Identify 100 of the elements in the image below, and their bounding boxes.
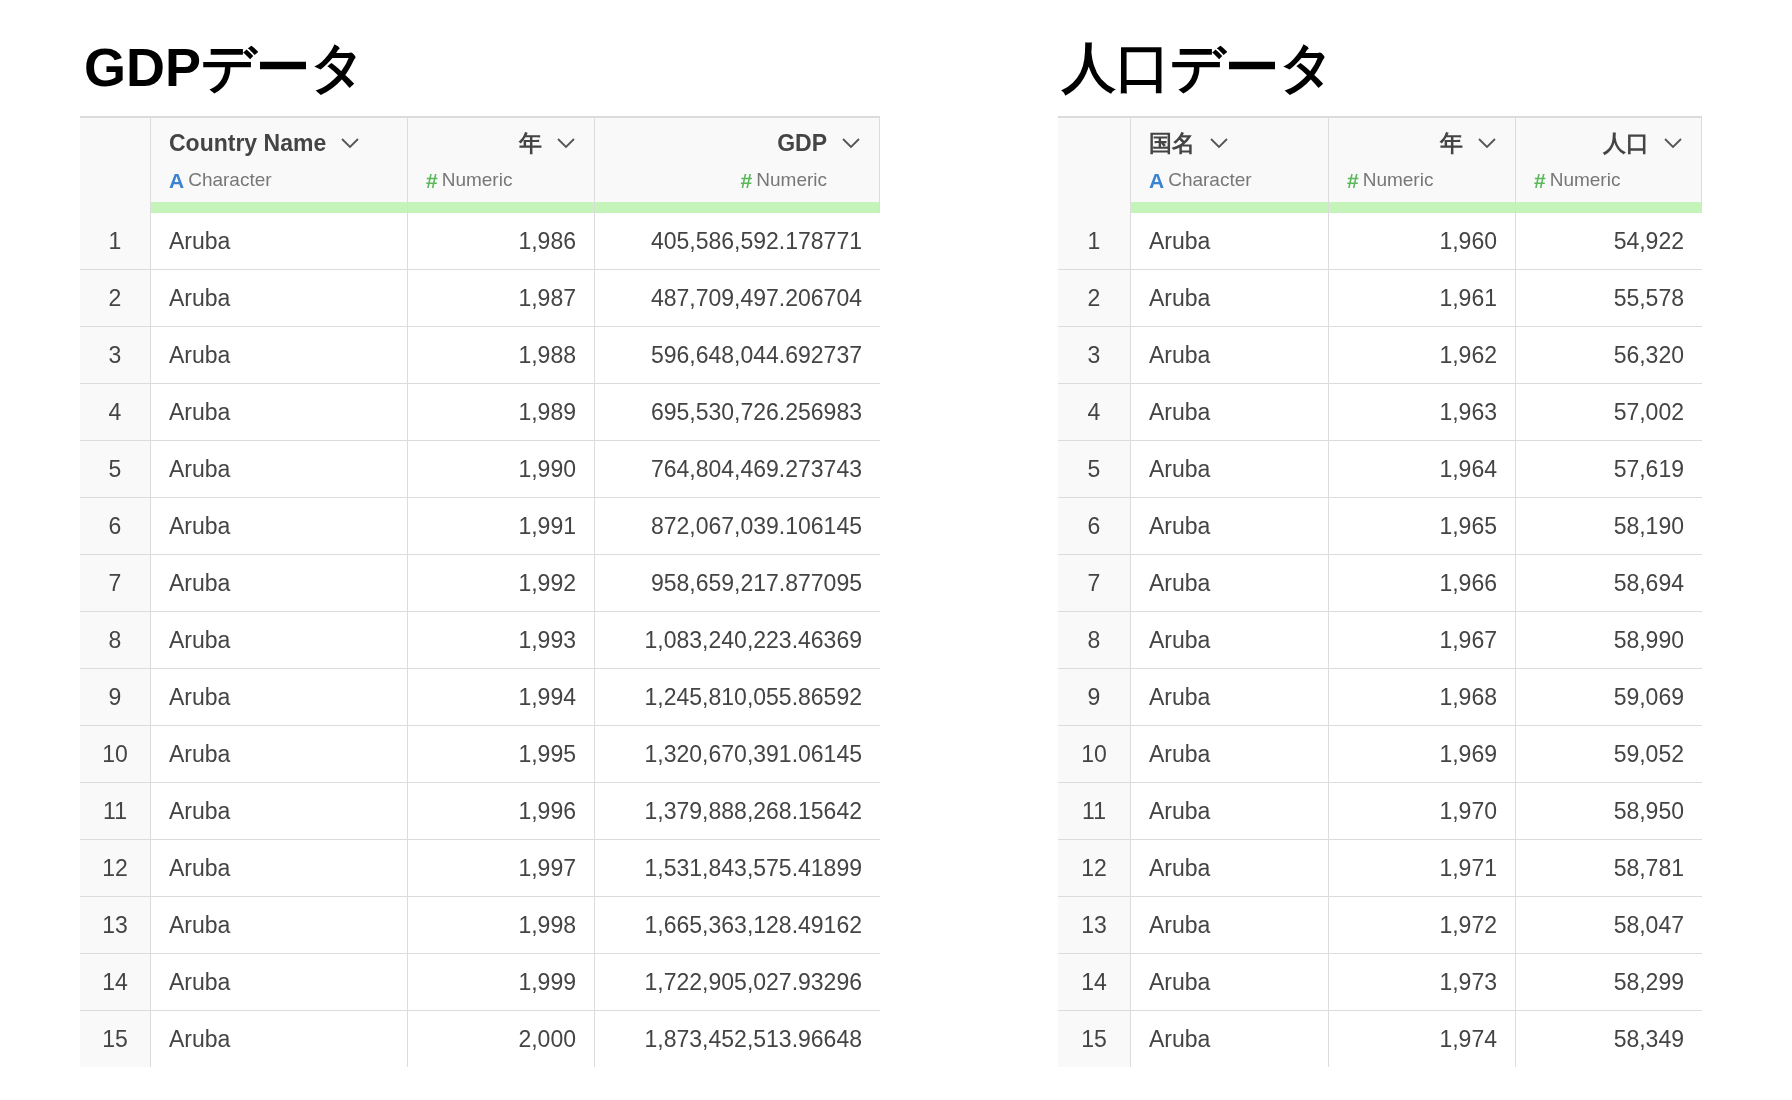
table-cell-text: 1,083,240,223.46369 [643, 626, 863, 655]
table-cell: 1,972 [1329, 897, 1516, 953]
row-number: 5 [1058, 441, 1131, 497]
row-number: 15 [80, 1011, 151, 1067]
table-cell-text: 958,659,217.877095 [649, 569, 863, 598]
column-type: Numeric [756, 168, 827, 192]
table-cell-text: 58,190 [1612, 512, 1685, 541]
row-number: 11 [80, 783, 151, 839]
table-cell: 1,966 [1329, 555, 1516, 611]
table-cell: Aruba [1131, 555, 1329, 611]
row-number: 8 [1058, 612, 1131, 668]
row-number: 10 [80, 726, 151, 782]
table-cell: Aruba [1131, 612, 1329, 668]
table-cell: 1,970 [1329, 783, 1516, 839]
row-number: 6 [80, 498, 151, 554]
table-cell: Aruba [1131, 669, 1329, 725]
type-icon: A [169, 164, 185, 196]
table-cell: 1,989 [408, 384, 595, 440]
table-cell: Aruba [151, 327, 408, 383]
table-cell: 1,988 [408, 327, 595, 383]
table-cell: 2,000 [408, 1011, 595, 1067]
table-cell: Aruba [151, 897, 408, 953]
table-cell: Aruba [151, 213, 408, 269]
table-cell: 1,973 [1329, 954, 1516, 1010]
table-cell: 1,998 [408, 897, 595, 953]
table-cell-text: 596,648,044.692737 [649, 341, 863, 370]
table-cell: 1,968 [1329, 669, 1516, 725]
table-cell: Aruba [151, 783, 408, 839]
chevron-down-icon[interactable] [1209, 137, 1229, 150]
table-cell: Aruba [151, 954, 408, 1010]
table-cell: Aruba [1131, 270, 1329, 326]
chevron-down-icon[interactable] [556, 137, 576, 150]
table-cell: Aruba [1131, 897, 1329, 953]
row-number: 2 [80, 270, 151, 326]
column-header[interactable]: 年 # Numeric [408, 118, 595, 213]
row-number: 3 [80, 327, 151, 383]
table-cell: 1,960 [1329, 213, 1516, 269]
row-number: 7 [1058, 555, 1131, 611]
table-cell: 1,990 [408, 441, 595, 497]
row-number: 4 [80, 384, 151, 440]
row-number: 11 [1058, 783, 1131, 839]
row-number: 1 [1058, 213, 1131, 269]
table-cell: 1,999 [408, 954, 595, 1010]
column-type: Numeric [1362, 168, 1434, 192]
type-icon: # [740, 164, 753, 196]
table-cell: 1,971 [1329, 840, 1516, 896]
table-cell-text: 54,922 [1612, 227, 1685, 256]
table-cell: Aruba [1131, 1011, 1329, 1067]
table-cell-text: 58,299 [1612, 968, 1685, 997]
table-cell: Aruba [1131, 441, 1329, 497]
column-header[interactable]: Country Name A Character [151, 118, 408, 213]
column-name: 年 [1440, 129, 1463, 158]
type-icon: # [426, 164, 438, 196]
row-number: 9 [80, 669, 151, 725]
column-header[interactable]: 人口 # Numeric [1516, 118, 1702, 213]
row-number: 3 [1058, 327, 1131, 383]
table-cell-text: 405,586,592.178771 [649, 227, 863, 256]
row-number: 1 [80, 213, 151, 269]
table-cell: 1,967 [1329, 612, 1516, 668]
row-number: 15 [1058, 1011, 1131, 1067]
table-cell: Aruba [1131, 840, 1329, 896]
table-title: 人口データ [1062, 40, 1335, 94]
table-cell-text: 57,619 [1612, 455, 1685, 484]
table-cell: Aruba [1131, 726, 1329, 782]
table-cell-text: 58,781 [1612, 854, 1685, 883]
table-cell: 1,964 [1329, 441, 1516, 497]
table-cell: Aruba [1131, 954, 1329, 1010]
table-cell: Aruba [151, 1011, 408, 1067]
chevron-down-icon[interactable] [841, 137, 861, 150]
column-header[interactable]: 国名 A Character [1131, 118, 1329, 213]
table-cell: Aruba [151, 840, 408, 896]
table-cell: Aruba [151, 612, 408, 668]
table-cell-text: 58,990 [1612, 626, 1685, 655]
chevron-down-icon[interactable] [1477, 137, 1497, 150]
table-cell: Aruba [1131, 384, 1329, 440]
table-cell: Aruba [151, 555, 408, 611]
table-cell: Aruba [151, 270, 408, 326]
table-cell: Aruba [151, 726, 408, 782]
table-cell-text: 56,320 [1612, 341, 1685, 370]
chevron-down-icon[interactable] [1663, 137, 1683, 150]
table-cell: Aruba [151, 669, 408, 725]
table-cell: 1,987 [408, 270, 595, 326]
column-name: 国名 [1149, 129, 1195, 158]
column-name: 年 [519, 129, 542, 158]
table-cell-text: 55,578 [1612, 284, 1685, 313]
row-number: 2 [1058, 270, 1131, 326]
table-cell-text: 1,722,905,027.93296 [643, 968, 863, 997]
table-cell: Aruba [151, 498, 408, 554]
table-cell-text: 487,709,497.206704 [649, 284, 863, 313]
column-header[interactable]: 年 # Numeric [1329, 118, 1516, 213]
chevron-down-icon[interactable] [340, 137, 361, 150]
table-cell: Aruba [1131, 498, 1329, 554]
table-cell-text: 695,530,726.256983 [649, 398, 863, 427]
row-number: 14 [1058, 954, 1131, 1010]
table-cell-text: 58,694 [1612, 569, 1685, 598]
column-header[interactable]: GDP # Numeric [595, 118, 880, 213]
row-number: 13 [1058, 897, 1131, 953]
table-cell: 1,991 [408, 498, 595, 554]
column-type: Numeric [1549, 168, 1621, 192]
table-cell: 1,997 [408, 840, 595, 896]
